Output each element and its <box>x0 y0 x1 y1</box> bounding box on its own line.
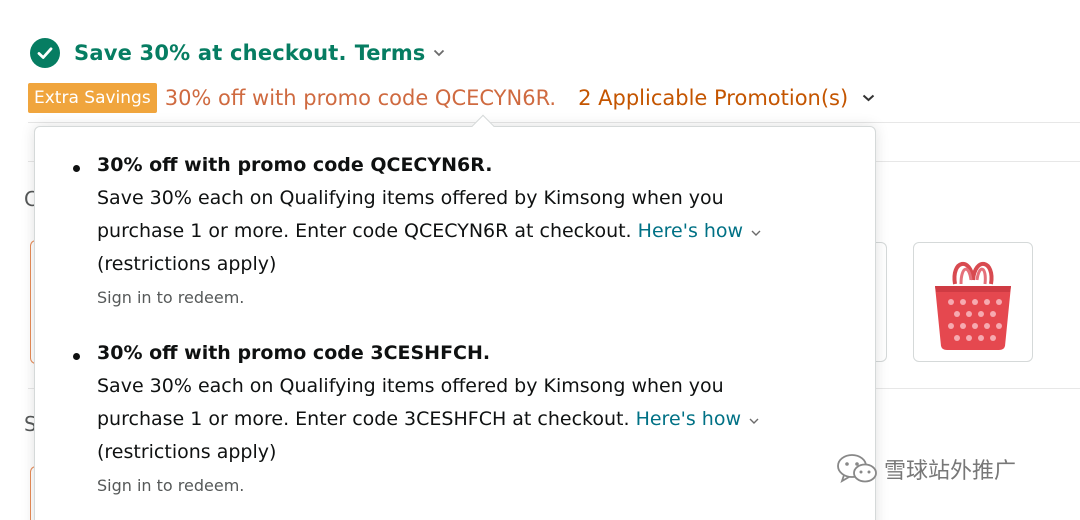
sign-in-to-redeem[interactable]: Sign in to redeem. <box>97 471 853 501</box>
promo-code-text: 30% off with promo code QCECYN6R. <box>164 86 557 110</box>
check-circle-icon <box>30 38 60 68</box>
promotion-description-line: Save 30% each on Qualifying items offere… <box>97 375 724 397</box>
extra-savings-row: Extra Savings 30% off with promo code QC… <box>28 82 875 114</box>
promotion-item: 30% off with promo code 3CESHFCH. Save 3… <box>73 337 853 501</box>
extra-savings-badge: Extra Savings <box>28 83 157 113</box>
tote-bag-icon <box>935 261 1011 350</box>
promotion-description-line: purchase 1 or more. Enter code 3CESHFCH … <box>97 403 853 436</box>
chevron-down-icon[interactable] <box>751 215 761 248</box>
watermark-text: 雪球站外推广 <box>884 459 1017 484</box>
terms-link[interactable]: Terms <box>355 41 426 65</box>
applicable-promotions-link[interactable]: 2 Applicable Promotion(s) <box>578 86 848 110</box>
chevron-down-icon[interactable] <box>749 403 759 436</box>
product-thumbnail[interactable] <box>913 242 1033 362</box>
bullet-icon <box>73 353 80 360</box>
divider <box>28 122 1080 123</box>
promotion-description-line: Save 30% each on Qualifying items offere… <box>97 187 724 209</box>
promotion-description-line: purchase 1 or more. Enter code QCECYN6R … <box>97 215 853 248</box>
chevron-down-icon[interactable] <box>862 94 875 102</box>
watermark: 雪球站外推广 <box>836 452 1016 486</box>
promotion-item: 30% off with promo code QCECYN6R. Save 3… <box>73 149 853 313</box>
popover-arrow <box>471 114 495 138</box>
promotions-popover: 30% off with promo code QCECYN6R. Save 3… <box>34 114 876 520</box>
chevron-down-icon[interactable] <box>433 49 445 57</box>
promotion-restrictions: (restrictions apply) <box>97 441 277 463</box>
checkout-savings-text: Save 30% at checkout. <box>74 41 347 65</box>
sign-in-to-redeem[interactable]: Sign in to redeem. <box>97 283 853 313</box>
wechat-icon <box>837 454 877 483</box>
checkout-savings-row: Save 30% at checkout. Terms <box>30 36 445 70</box>
promotion-description-text: purchase 1 or more. Enter code QCECYN6R … <box>97 220 632 242</box>
promotion-title: 30% off with promo code QCECYN6R. <box>97 154 493 176</box>
heres-how-link[interactable]: Here's how <box>638 220 743 242</box>
promotion-description-text: purchase 1 or more. Enter code 3CESHFCH … <box>97 408 630 430</box>
promotion-restrictions: (restrictions apply) <box>97 253 277 275</box>
bullet-icon <box>73 165 80 172</box>
promotion-title: 30% off with promo code 3CESHFCH. <box>97 342 491 364</box>
heres-how-link[interactable]: Here's how <box>636 408 741 430</box>
